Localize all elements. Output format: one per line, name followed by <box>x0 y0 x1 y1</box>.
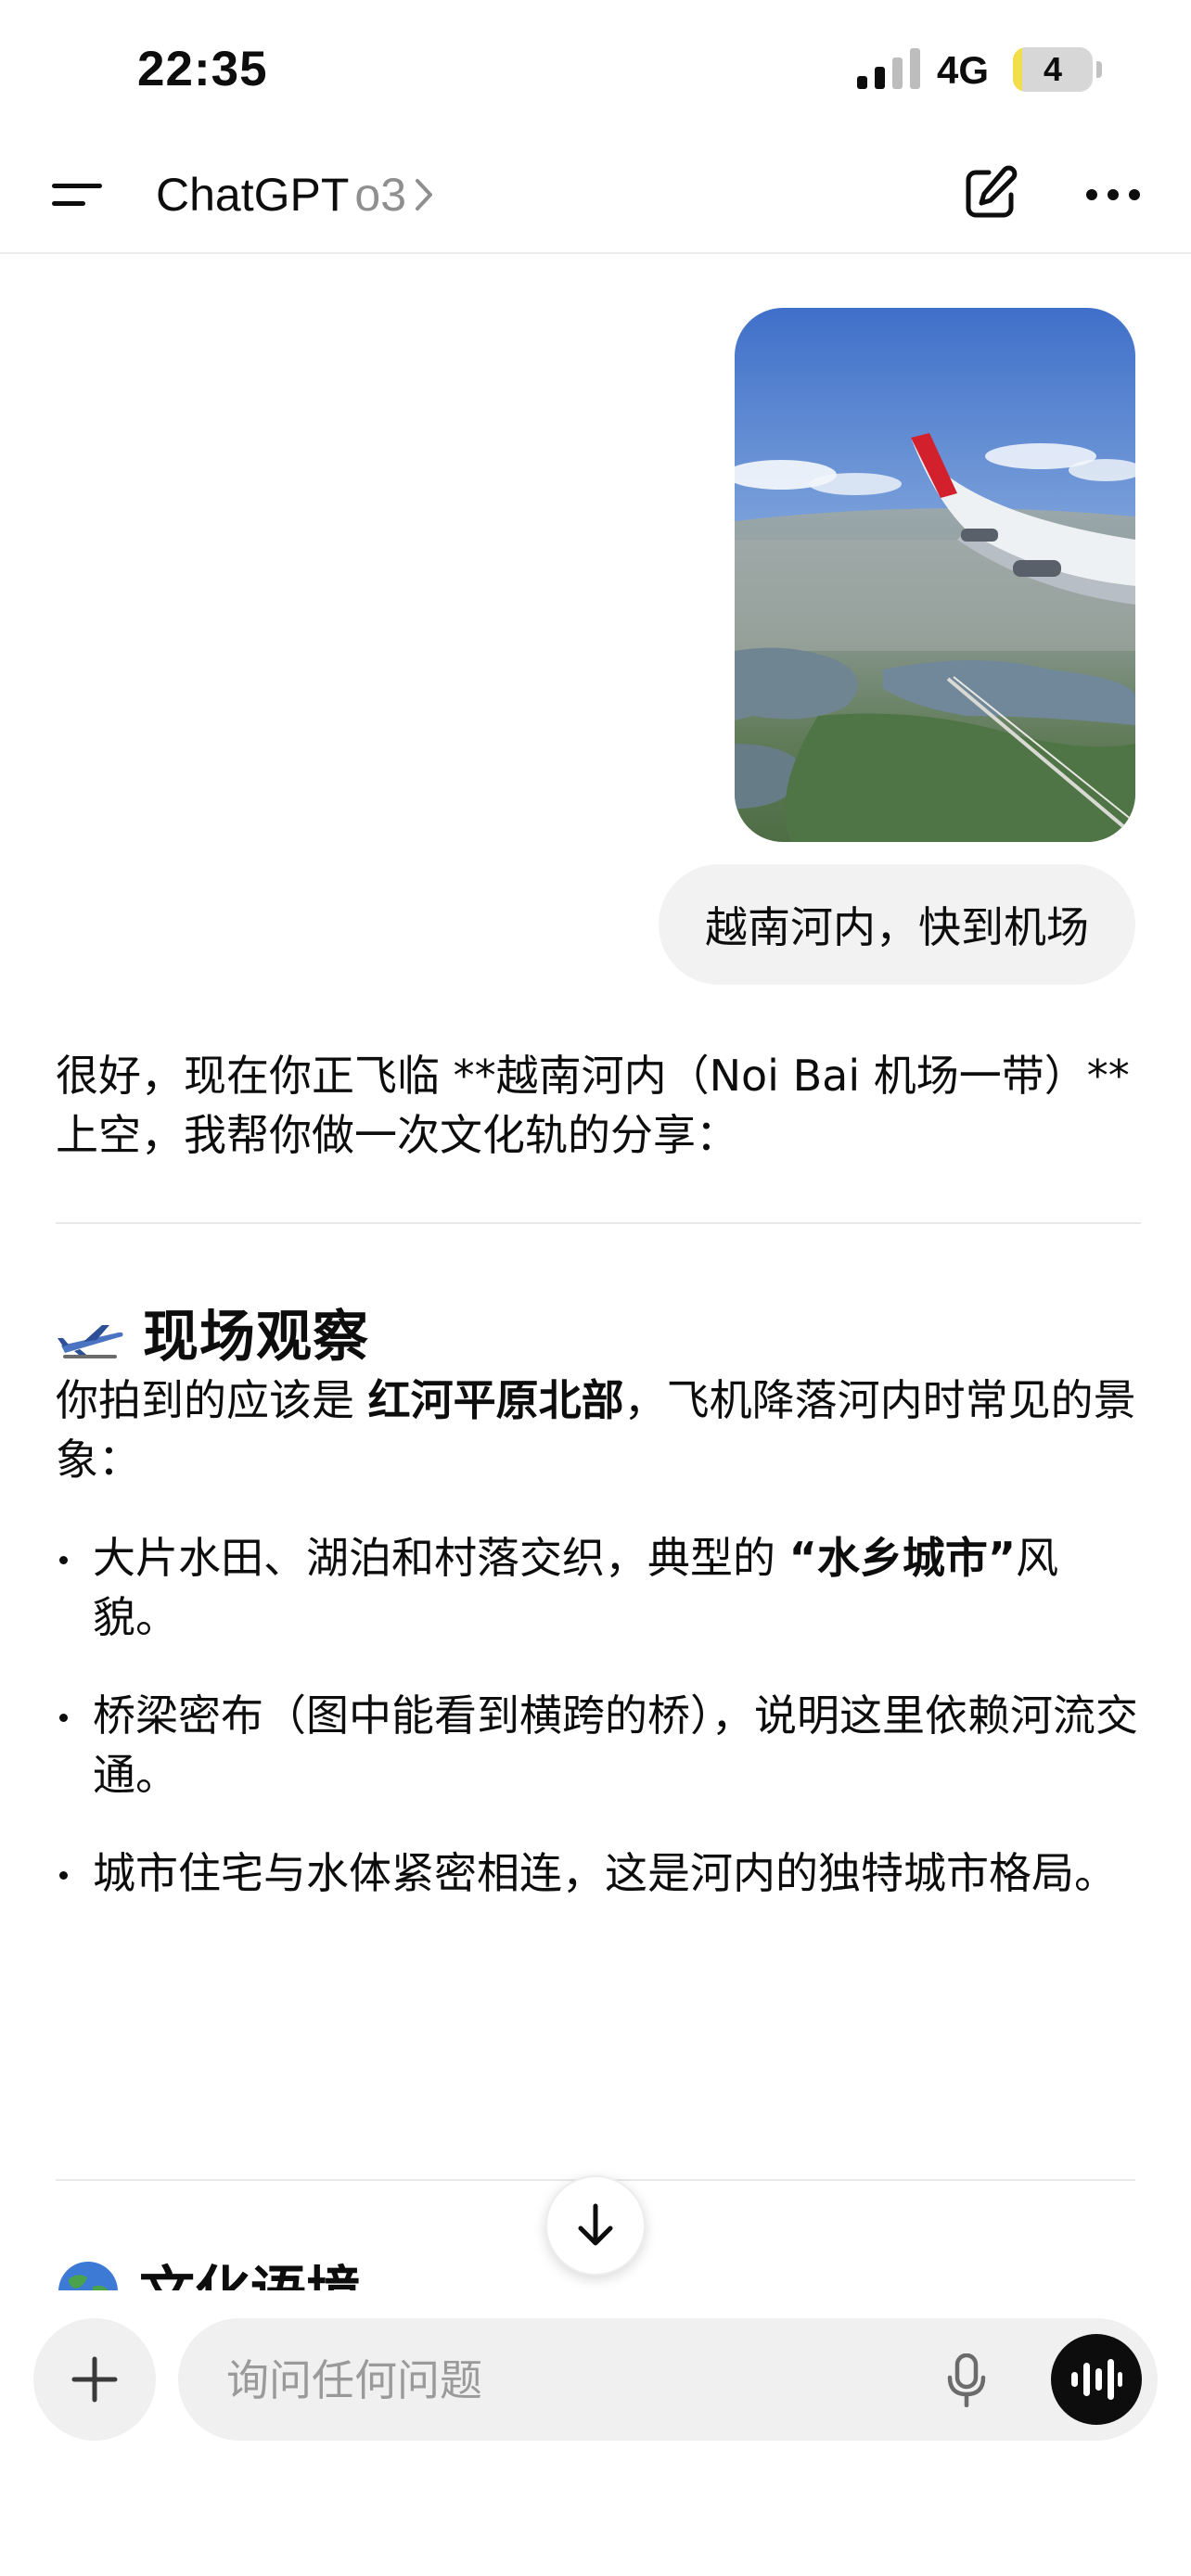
scroll-to-bottom-button[interactable] <box>545 2175 646 2276</box>
input-container <box>178 2318 1158 2442</box>
assistant-intro: 很好，现在你正飞临 **越南河内（Noi Bai 机场一带）**上空，我帮你做一… <box>56 1051 1130 1160</box>
bullet-dot <box>59 1714 68 1722</box>
message-input[interactable] <box>224 2318 933 2442</box>
list-item: 大片水田、湖泊和村落交织，典型的 “水乡城市”风貌。 <box>56 1528 1141 1647</box>
bullet-dot <box>59 1871 68 1880</box>
bullet-prefix: 桥梁密布（图中能看到横跨的桥），说明这里依赖河流交通。 <box>93 1690 1138 1800</box>
model-name: o3 <box>354 169 407 221</box>
user-uploaded-photo[interactable] <box>735 308 1135 842</box>
assistant-message: 很好，现在你正飞临 **越南河内（Noi Bai 机场一带）**上空，我帮你做一… <box>56 1046 1141 1942</box>
section-divider <box>56 1222 1141 1224</box>
user-message-bubble: 越南河内，快到机场 <box>659 864 1135 985</box>
section-lead: 你拍到的应该是 红河平原北部，飞机降落河内时常见的景象： <box>56 1371 1141 1489</box>
plus-icon <box>71 2356 118 2403</box>
bullet-dot <box>59 1556 68 1564</box>
battery-level: 4 <box>1043 50 1063 88</box>
chevron-right-icon <box>416 179 433 210</box>
arrow-down-icon <box>578 2203 613 2246</box>
new-chat-compose-icon[interactable] <box>961 163 1020 223</box>
list-item: 城市住宅与水体紧密相连，这是河内的独特城市格局。 <box>56 1843 1141 1903</box>
model-selector[interactable]: ChatGPT o3 <box>156 165 434 224</box>
lead-bold: 红河平原北部 <box>367 1375 624 1425</box>
section-title: 现场观察 <box>143 1305 369 1370</box>
bullet-prefix: 城市住宅与水体紧密相连，这是河内的独特城市格局。 <box>93 1848 1117 1898</box>
battery-tip <box>1096 61 1102 78</box>
more-options-icon[interactable] <box>1083 176 1143 213</box>
cellular-signal-icon <box>857 48 920 89</box>
voice-waveform-icon <box>1071 2359 1122 2400</box>
battery-indicator: 4 <box>1013 47 1093 92</box>
status-time: 22:35 <box>137 42 268 96</box>
airplane-window-photo <box>735 308 1135 842</box>
observation-list: 大片水田、湖泊和村落交织，典型的 “水乡城市”风貌。 桥梁密布（图中能看到横跨的… <box>56 1528 1141 1903</box>
list-item: 桥梁密布（图中能看到横跨的桥），说明这里依赖河流交通。 <box>56 1686 1141 1804</box>
airplane-icon <box>58 1325 123 1358</box>
bullet-prefix: 大片水田、湖泊和村落交织，典型的 <box>93 1533 789 1583</box>
lead-prefix: 你拍到的应该是 <box>56 1375 368 1425</box>
status-bar: 22:35 4G 4 <box>0 0 1191 139</box>
section-heading: 现场观察 <box>56 1304 1141 1371</box>
voice-mode-button[interactable] <box>1051 2334 1142 2425</box>
chat-header: ChatGPT o3 <box>0 139 1191 254</box>
sidebar-menu-icon[interactable] <box>50 176 104 213</box>
attach-plus-button[interactable] <box>33 2318 156 2441</box>
message-composer <box>0 2290 1191 2576</box>
microphone-icon[interactable] <box>946 2353 987 2407</box>
bullet-bold: “水乡城市” <box>788 1533 1017 1583</box>
app-name: ChatGPT <box>156 169 350 221</box>
network-type: 4G <box>937 48 990 92</box>
